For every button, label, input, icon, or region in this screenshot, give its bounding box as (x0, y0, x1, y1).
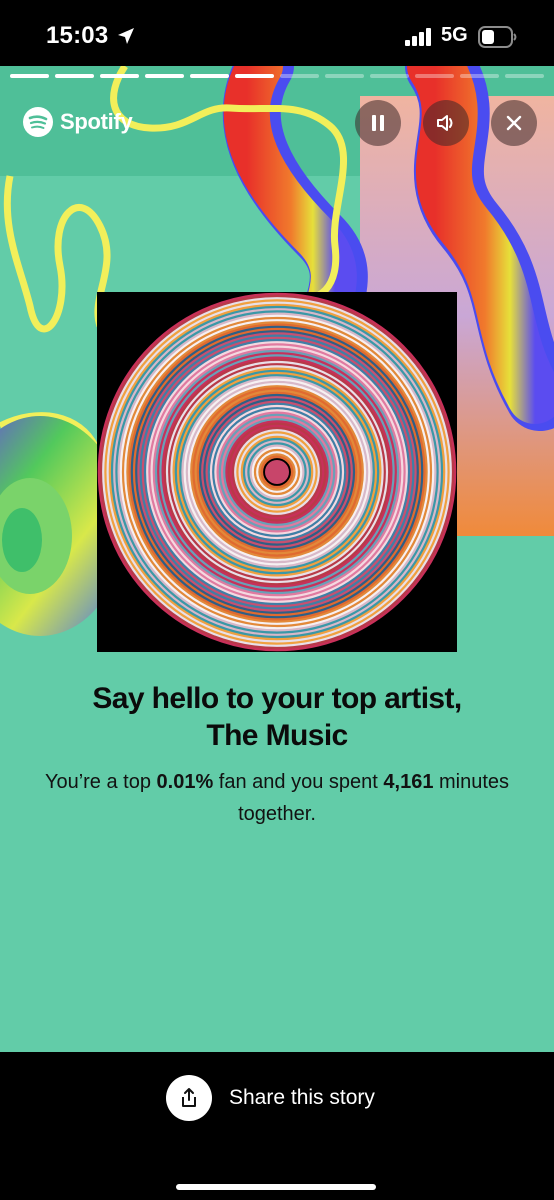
progress-segment (190, 74, 229, 78)
progress-segment (370, 74, 409, 78)
progress-segment (460, 74, 499, 78)
spotify-brand: Spotify (22, 106, 133, 138)
share-icon-circle (166, 1075, 212, 1121)
share-label: Share this story (229, 1086, 375, 1109)
pause-button[interactable] (355, 100, 401, 146)
progress-segment (145, 74, 184, 78)
home-indicator[interactable] (176, 1184, 376, 1190)
progress-segment (505, 74, 544, 78)
status-bar: 15:03 5G (0, 0, 554, 70)
story-progress-bar (10, 74, 544, 78)
story-card[interactable]: Spotify Say hello to your top artist, Th… (0, 66, 554, 1052)
share-bar: Share this story (0, 1052, 554, 1200)
fan-stats-text: You’re a top 0.01% fan and you spent 4,1… (40, 766, 514, 830)
close-button[interactable] (491, 100, 537, 146)
battery-icon (478, 26, 517, 48)
progress-segment (55, 74, 94, 78)
subtext-part-1: You’re a top (44, 771, 157, 793)
subtext-part-2: fan and you spent (213, 771, 384, 793)
headline-artist: The Music (206, 719, 348, 752)
close-icon (506, 115, 522, 131)
concentric-rings-artwork (97, 292, 457, 652)
progress-segment (325, 74, 364, 78)
artwork-center-dot (265, 460, 289, 484)
status-time: 15:03 (46, 22, 109, 49)
location-arrow-icon (118, 28, 134, 44)
headline-line-1: Say hello to your top artist, (92, 682, 462, 715)
minutes-listened: 4,161 (383, 771, 434, 793)
volume-button[interactable] (423, 100, 469, 146)
progress-segment (280, 74, 319, 78)
signal-bars-icon (405, 28, 431, 46)
share-upload-icon (182, 1088, 196, 1107)
share-story-button[interactable]: Share this story (166, 1075, 375, 1121)
progress-segment (10, 74, 49, 78)
brand-name: Spotify (60, 109, 133, 134)
fan-percentile: 0.01% (156, 771, 214, 793)
spotify-logo-icon (23, 107, 53, 137)
artist-cover-art (97, 292, 457, 652)
speaker-icon (437, 115, 453, 131)
progress-segment (100, 74, 139, 78)
network-label: 5G (441, 24, 468, 46)
headline: Say hello to your top artist, The Music (20, 680, 534, 754)
progress-segment (415, 74, 454, 78)
progress-segment (235, 74, 274, 78)
pause-icon (372, 115, 384, 131)
